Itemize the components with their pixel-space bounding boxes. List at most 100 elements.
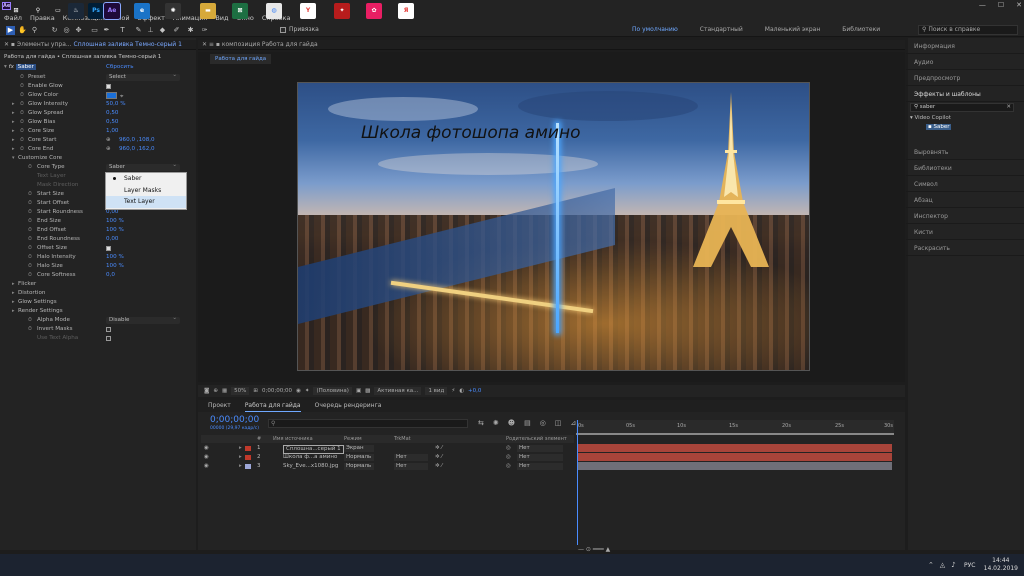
stopwatch-icon[interactable]: ⏱	[28, 316, 32, 325]
disclosure-icon[interactable]: ▸	[12, 100, 15, 109]
effect-param-checkbox[interactable]	[106, 246, 111, 251]
layer-name[interactable]: Sky_Eve...x1080.jpg	[283, 462, 338, 471]
point-target-icon[interactable]: ⊕	[106, 136, 111, 145]
tree-folder-video-copilot[interactable]: ▾ Video Copilot	[910, 115, 951, 121]
stopwatch-icon[interactable]: ⏱	[20, 118, 24, 127]
switch-icons[interactable]: ✲ ⁄	[435, 462, 442, 471]
effect-param-value[interactable]: 50,0 %	[106, 100, 126, 109]
app-pink-icon[interactable]: ✿	[366, 3, 382, 19]
pin-tool-icon[interactable]: ✑	[200, 26, 209, 35]
layer-expand-icon[interactable]: ▸	[239, 462, 242, 471]
stopwatch-icon[interactable]: ⏱	[28, 271, 32, 280]
region-icon[interactable]: ▣	[356, 388, 361, 394]
col-mode[interactable]: Режим	[344, 435, 362, 443]
time-ruler[interactable]: 0s 05s 10s 15s 20s 25s 30s	[576, 420, 894, 434]
disclosure-icon[interactable]: ▸	[12, 118, 15, 127]
motion-blur-icon[interactable]: ◎	[540, 419, 546, 427]
eraser-tool-icon[interactable]: ◆	[158, 26, 167, 35]
viewer-grid-icon[interactable]: ▦	[222, 388, 227, 394]
chrome-icon[interactable]: ◍	[266, 3, 282, 19]
label-color-swatch[interactable]	[245, 446, 251, 451]
reset-exposure-icon[interactable]: ◐	[459, 388, 464, 394]
zoom-select[interactable]: 50%	[231, 387, 250, 395]
right-panel-item[interactable]: Выровнять	[906, 146, 1024, 160]
stopwatch-icon[interactable]: ⏱	[28, 217, 32, 226]
effect-param-value[interactable]: 960,0 ,162,0	[119, 145, 155, 154]
point-target-icon[interactable]: ⊕	[106, 145, 111, 154]
stopwatch-icon[interactable]: ⏱	[20, 100, 24, 109]
start-icon[interactable]: ⊞	[8, 3, 24, 19]
viewer-3d-icon[interactable]: ⊕	[213, 388, 218, 394]
fx-reset-link[interactable]: Сбросить	[106, 64, 134, 70]
effect-param-checkbox[interactable]	[106, 336, 111, 341]
workspace-small-screen[interactable]: Маленький экран	[765, 26, 821, 33]
stopwatch-icon[interactable]: ⏱	[28, 226, 32, 235]
effect-row-invert-masks[interactable]: ⏱ Invert Masks	[0, 325, 190, 334]
layer-row[interactable]: ◉ ▸ 1 Сплошна...серый 1 Экран ✲ ⁄ ◎ Нет	[201, 444, 574, 454]
effect-param-value[interactable]: 0,50	[106, 109, 118, 118]
disclosure-icon[interactable]: ▸	[12, 145, 15, 154]
effect-param-value[interactable]: 100 %	[106, 262, 124, 271]
comp-flowchart-icon[interactable]: ⇆	[478, 419, 484, 427]
col-source-name[interactable]: Имя источника	[273, 435, 313, 443]
col-parent[interactable]: Родительский элемент	[506, 435, 567, 443]
rotate-tool-icon[interactable]: ↻	[50, 26, 59, 35]
viewer-always-preview-icon[interactable]: ◙	[204, 388, 209, 394]
effect-param-dropdown[interactable]: Disable	[106, 315, 180, 324]
label-color-swatch[interactable]	[245, 464, 251, 469]
stopwatch-icon[interactable]: ⏱	[28, 262, 32, 271]
network-icon[interactable]: ◬	[940, 561, 945, 569]
tray-chevron-icon[interactable]: ⌃	[928, 561, 934, 569]
disclosure-icon[interactable]: ▸	[12, 280, 15, 289]
selection-tool-icon[interactable]: ▶	[6, 26, 15, 35]
snapshot-icon[interactable]: ◉	[296, 388, 301, 394]
composition-frame[interactable]: Школа фотошопа амино	[297, 82, 810, 371]
dreamspark-icon[interactable]: ✦	[334, 3, 350, 19]
snapping-checkbox[interactable]	[280, 26, 286, 33]
comp-close-icon[interactable]: ✕ ≡ ▪	[202, 41, 222, 48]
stopwatch-icon[interactable]: ⏱	[20, 109, 24, 118]
effect-row-offset-size[interactable]: ⏱ Offset Size	[0, 244, 190, 253]
disclosure-icon[interactable]: ▸	[12, 307, 15, 316]
layer-mode-select[interactable]: Нормаль	[344, 454, 374, 461]
panel-close-icon[interactable]: ✕ ▪	[4, 41, 17, 48]
effect-row-customize-core[interactable]: ▾ Customize Core	[0, 154, 190, 163]
minimize-button[interactable]: —	[979, 1, 986, 9]
stopwatch-icon[interactable]: ⏱	[28, 235, 32, 244]
col-trkmat[interactable]: TrkMat	[394, 435, 411, 443]
camera-tool-icon[interactable]: ◎	[62, 26, 71, 35]
effect-row-glow-color[interactable]: ⏱ Glow Color ⌖	[0, 91, 190, 100]
layer-row[interactable]: ◉ ▸ 2 Школа ф...а амино Нормаль Нет ✲ ⁄ ◎ Нет	[201, 453, 574, 462]
roto-brush-tool-icon[interactable]: ✐	[172, 26, 181, 35]
work-area-bar[interactable]	[576, 433, 894, 435]
camera-select[interactable]: Активная ка...	[374, 387, 422, 395]
views-select[interactable]: 1 вид	[425, 387, 448, 395]
layer-trkmat-select[interactable]: Нет	[394, 463, 428, 470]
tab-render-queue[interactable]: Очередь рендеринга	[315, 400, 382, 412]
exposure-value[interactable]: +0,0	[468, 388, 481, 394]
effect-controls-tab[interactable]: ✕ ▪ Элементы упра... Сплошная заливка Те…	[0, 40, 196, 50]
comp-overlay-text[interactable]: Школа фотошопа амино	[361, 123, 580, 143]
layer-name[interactable]: Школа ф...а амино	[283, 453, 337, 462]
draft-3d-icon[interactable]: ✺	[493, 419, 499, 427]
effect-param-value[interactable]: 0,0	[106, 271, 115, 280]
fx-saber-name[interactable]: Saber	[15, 64, 36, 70]
disclosure-icon[interactable]: ▾	[12, 154, 15, 163]
menu-view[interactable]: Вид	[215, 14, 228, 22]
disclosure-icon[interactable]: ▸	[12, 289, 15, 298]
effect-param-checkbox[interactable]	[106, 84, 111, 89]
clear-search-icon[interactable]: ✕	[1006, 104, 1011, 111]
tab-project[interactable]: Проект	[208, 400, 231, 412]
stopwatch-icon[interactable]: ⏱	[28, 199, 32, 208]
text-tool-icon[interactable]: T	[118, 26, 127, 35]
label-color-swatch[interactable]	[245, 455, 251, 460]
layer-row[interactable]: ◉ ▸ 3 Sky_Eve...x1080.jpg Нормаль Нет ✲ ⁄ ◎ Нет	[201, 462, 574, 471]
timeline-search-input[interactable]: ⚲	[268, 419, 468, 428]
effect-row-use-text-alpha[interactable]: Use Text Alpha	[0, 334, 190, 343]
visibility-eye-icon[interactable]: ◉	[204, 453, 209, 462]
snapping-toggle[interactable]: Привязка	[280, 26, 319, 33]
close-button[interactable]: ✕	[1016, 1, 1022, 9]
effects-search-input[interactable]: ⚲ saber ✕	[910, 103, 1014, 112]
layer-bar-2[interactable]	[578, 453, 892, 461]
right-panel-item[interactable]: Предпросмотр	[906, 72, 1024, 86]
